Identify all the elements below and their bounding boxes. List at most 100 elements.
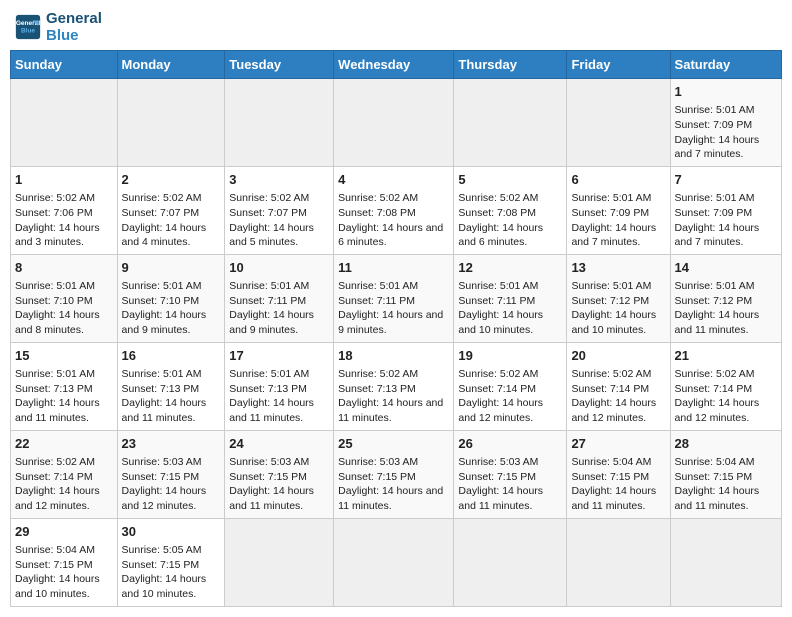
- sunrise-text: Sunrise: 5:01 AM: [571, 191, 665, 206]
- day-number: 30: [122, 523, 221, 541]
- sunset-text: Sunset: 7:09 PM: [675, 118, 777, 133]
- day-number: 20: [571, 347, 665, 365]
- day-number: 21: [675, 347, 777, 365]
- day-number: 2: [122, 171, 221, 189]
- weekday-header-wednesday: Wednesday: [334, 51, 454, 79]
- calendar-cell: [567, 79, 670, 167]
- calendar-cell: [454, 79, 567, 167]
- day-number: 10: [229, 259, 329, 277]
- sunset-text: Sunset: 7:07 PM: [122, 206, 221, 221]
- daylight-text: Daylight: 14 hours and 9 minutes.: [338, 308, 449, 337]
- sunset-text: Sunset: 7:15 PM: [122, 558, 221, 573]
- sunset-text: Sunset: 7:14 PM: [15, 470, 113, 485]
- sunrise-text: Sunrise: 5:01 AM: [15, 367, 113, 382]
- calendar-cell: 24Sunrise: 5:03 AMSunset: 7:15 PMDayligh…: [225, 430, 334, 518]
- calendar-cell: 15Sunrise: 5:01 AMSunset: 7:13 PMDayligh…: [11, 342, 118, 430]
- daylight-text: Daylight: 14 hours and 11 minutes.: [338, 484, 449, 513]
- weekday-header-tuesday: Tuesday: [225, 51, 334, 79]
- day-number: 13: [571, 259, 665, 277]
- calendar-cell: [454, 518, 567, 606]
- day-number: 3: [229, 171, 329, 189]
- calendar-cell: 11Sunrise: 5:01 AMSunset: 7:11 PMDayligh…: [334, 254, 454, 342]
- daylight-text: Daylight: 14 hours and 10 minutes.: [15, 572, 113, 601]
- sunrise-text: Sunrise: 5:01 AM: [15, 279, 113, 294]
- day-number: 18: [338, 347, 449, 365]
- calendar-cell: 16Sunrise: 5:01 AMSunset: 7:13 PMDayligh…: [117, 342, 225, 430]
- day-number: 24: [229, 435, 329, 453]
- calendar-cell: 6Sunrise: 5:01 AMSunset: 7:09 PMDaylight…: [567, 166, 670, 254]
- day-number: 25: [338, 435, 449, 453]
- day-number: 12: [458, 259, 562, 277]
- calendar-cell: 18Sunrise: 5:02 AMSunset: 7:13 PMDayligh…: [334, 342, 454, 430]
- sunset-text: Sunset: 7:14 PM: [675, 382, 777, 397]
- sunrise-text: Sunrise: 5:02 AM: [458, 191, 562, 206]
- calendar-cell: 1Sunrise: 5:02 AMSunset: 7:06 PMDaylight…: [11, 166, 118, 254]
- logo: General Blue General Blue: [14, 10, 102, 44]
- sunrise-text: Sunrise: 5:02 AM: [338, 191, 449, 206]
- day-number: 7: [675, 171, 777, 189]
- weekday-header-monday: Monday: [117, 51, 225, 79]
- daylight-text: Daylight: 14 hours and 11 minutes.: [458, 484, 562, 513]
- sunset-text: Sunset: 7:15 PM: [338, 470, 449, 485]
- sunset-text: Sunset: 7:11 PM: [229, 294, 329, 309]
- calendar-cell: 1Sunrise: 5:01 AMSunset: 7:09 PMDaylight…: [670, 79, 781, 167]
- daylight-text: Daylight: 14 hours and 11 minutes.: [571, 484, 665, 513]
- calendar-cell: 25 Sunrise: 5:03 AMSunset: 7:15 PMDayligh…: [334, 430, 454, 518]
- daylight-text: Daylight: 14 hours and 9 minutes.: [229, 308, 329, 337]
- sunset-text: Sunset: 7:12 PM: [675, 294, 777, 309]
- sunrise-text: Sunrise: 5:02 AM: [122, 191, 221, 206]
- daylight-text: Daylight: 14 hours and 7 minutes.: [675, 133, 777, 162]
- sunset-text: Sunset: 7:08 PM: [458, 206, 562, 221]
- daylight-text: Daylight: 14 hours and 11 minutes.: [122, 396, 221, 425]
- daylight-text: Daylight: 14 hours and 11 minutes.: [229, 484, 329, 513]
- daylight-text: Daylight: 14 hours and 7 minutes.: [675, 221, 777, 250]
- sunrise-text: Sunrise: 5:01 AM: [571, 279, 665, 294]
- day-number: 6: [571, 171, 665, 189]
- day-number: 23: [122, 435, 221, 453]
- day-number: 17: [229, 347, 329, 365]
- daylight-text: Daylight: 14 hours and 12 minutes.: [15, 484, 113, 513]
- sunrise-text: Sunrise: 5:03 AM: [458, 455, 562, 470]
- calendar-cell: 7 Sunrise: 5:01 AMSunset: 7:09 PMDaylight…: [670, 166, 781, 254]
- calendar-cell: [225, 518, 334, 606]
- day-number: 14: [675, 259, 777, 277]
- sunrise-text: Sunrise: 5:04 AM: [15, 543, 113, 558]
- daylight-text: Daylight: 14 hours and 12 minutes.: [122, 484, 221, 513]
- calendar-cell: [225, 79, 334, 167]
- calendar-cell: [670, 518, 781, 606]
- sunrise-text: Sunrise: 5:01 AM: [675, 191, 777, 206]
- daylight-text: Daylight: 14 hours and 7 minutes.: [571, 221, 665, 250]
- logo-name: General: [46, 10, 102, 27]
- sunset-text: Sunset: 7:12 PM: [571, 294, 665, 309]
- daylight-text: Daylight: 14 hours and 12 minutes.: [571, 396, 665, 425]
- daylight-text: Daylight: 14 hours and 9 minutes.: [122, 308, 221, 337]
- calendar-cell: 28Sunrise: 5:04 AMSunset: 7:15 PMDayligh…: [670, 430, 781, 518]
- weekday-header-row: SundayMondayTuesdayWednesdayThursdayFrid…: [11, 51, 782, 79]
- calendar-cell: 23Sunrise: 5:03 AMSunset: 7:15 PMDayligh…: [117, 430, 225, 518]
- calendar-week-row: 8Sunrise: 5:01 AMSunset: 7:10 PMDaylight…: [11, 254, 782, 342]
- calendar-cell: 21Sunrise: 5:02 AMSunset: 7:14 PMDayligh…: [670, 342, 781, 430]
- sunset-text: Sunset: 7:09 PM: [675, 206, 777, 221]
- sunset-text: Sunset: 7:15 PM: [229, 470, 329, 485]
- daylight-text: Daylight: 14 hours and 10 minutes.: [571, 308, 665, 337]
- calendar-week-row: 1Sunrise: 5:02 AMSunset: 7:06 PMDaylight…: [11, 166, 782, 254]
- day-number: 9: [122, 259, 221, 277]
- calendar-cell: [334, 79, 454, 167]
- daylight-text: Daylight: 14 hours and 11 minutes.: [675, 308, 777, 337]
- sunrise-text: Sunrise: 5:04 AM: [571, 455, 665, 470]
- calendar-cell: 30Sunrise: 5:05 AMSunset: 7:15 PMDayligh…: [117, 518, 225, 606]
- sunset-text: Sunset: 7:07 PM: [229, 206, 329, 221]
- calendar-cell: 13 Sunrise: 5:01 AMSunset: 7:12 PMDayligh…: [567, 254, 670, 342]
- sunset-text: Sunset: 7:11 PM: [338, 294, 449, 309]
- svg-text:Blue: Blue: [21, 28, 35, 35]
- sunrise-text: Sunrise: 5:01 AM: [229, 279, 329, 294]
- calendar-cell: 4Sunrise: 5:02 AMSunset: 7:08 PMDaylight…: [334, 166, 454, 254]
- sunset-text: Sunset: 7:14 PM: [571, 382, 665, 397]
- calendar-cell: 8Sunrise: 5:01 AMSunset: 7:10 PMDaylight…: [11, 254, 118, 342]
- day-number: 15: [15, 347, 113, 365]
- sunset-text: Sunset: 7:15 PM: [122, 470, 221, 485]
- sunrise-text: Sunrise: 5:03 AM: [338, 455, 449, 470]
- sunset-text: Sunset: 7:13 PM: [338, 382, 449, 397]
- calendar-cell: 29Sunrise: 5:04 AMSunset: 7:15 PMDayligh…: [11, 518, 118, 606]
- calendar-week-row: 22Sunrise: 5:02 AMSunset: 7:14 PMDayligh…: [11, 430, 782, 518]
